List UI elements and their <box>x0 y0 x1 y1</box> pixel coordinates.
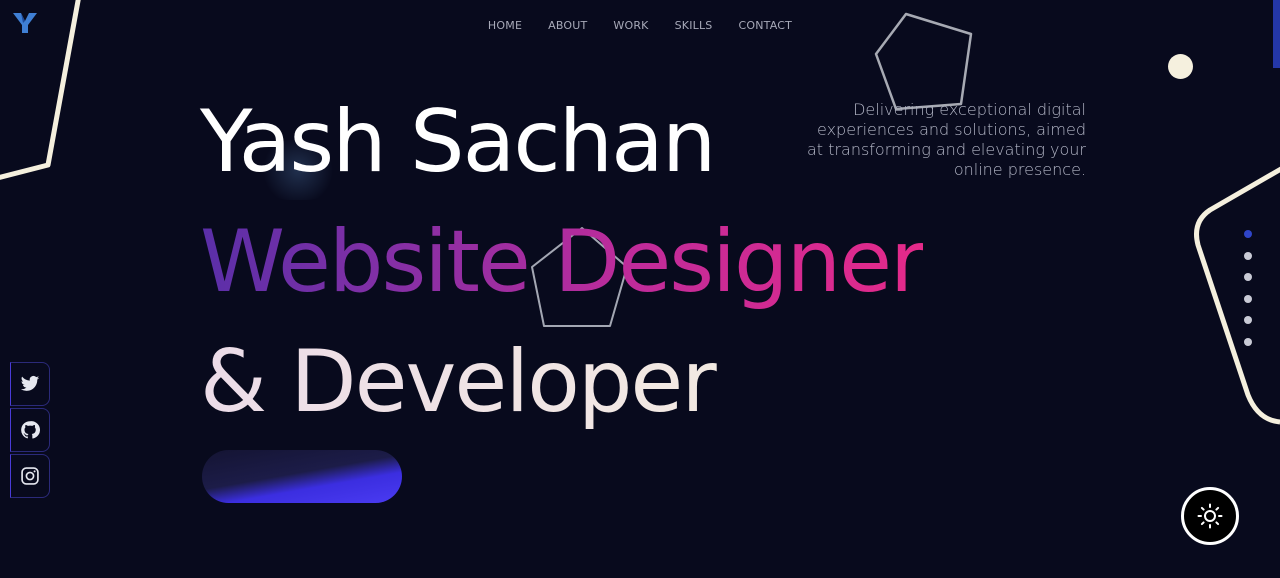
twitter-link[interactable] <box>10 362 50 406</box>
section-dot-5[interactable] <box>1244 316 1252 324</box>
hero-cta-button[interactable] <box>202 450 402 503</box>
hero-title: Yash Sachan Website Designer & Developer <box>200 82 925 442</box>
github-icon <box>21 421 40 439</box>
main-nav: HOME ABOUT WORK SKILLS CONTACT <box>0 19 1280 32</box>
nav-contact[interactable]: CONTACT <box>739 19 793 32</box>
instagram-icon <box>21 467 39 485</box>
nav-skills[interactable]: SKILLS <box>675 19 713 32</box>
twitter-icon <box>20 375 40 391</box>
hero-role-developer: & Developer <box>200 322 923 442</box>
github-link[interactable] <box>10 408 50 452</box>
section-nav-dots <box>1244 230 1254 359</box>
social-links <box>10 362 50 500</box>
section-dot-6[interactable] <box>1244 337 1252 346</box>
nav-home[interactable]: HOME <box>488 19 522 32</box>
nav-work[interactable]: WORK <box>613 19 648 32</box>
moon-circle <box>1168 54 1193 79</box>
nav-about[interactable]: ABOUT <box>548 19 587 32</box>
section-dot-1[interactable] <box>1244 230 1252 238</box>
section-dot-3[interactable] <box>1244 273 1252 281</box>
decorative-pentagon-right <box>1194 166 1280 425</box>
sun-icon <box>1197 503 1223 529</box>
instagram-link[interactable] <box>10 454 50 498</box>
scroll-indicator-bar <box>1273 0 1280 68</box>
hero-role-gradient: Website Designer <box>200 202 925 322</box>
section-dot-4[interactable] <box>1244 294 1252 303</box>
hero-name: Yash Sachan <box>200 92 716 192</box>
section-dot-2[interactable] <box>1244 251 1252 260</box>
theme-toggle-button[interactable] <box>1181 487 1239 545</box>
